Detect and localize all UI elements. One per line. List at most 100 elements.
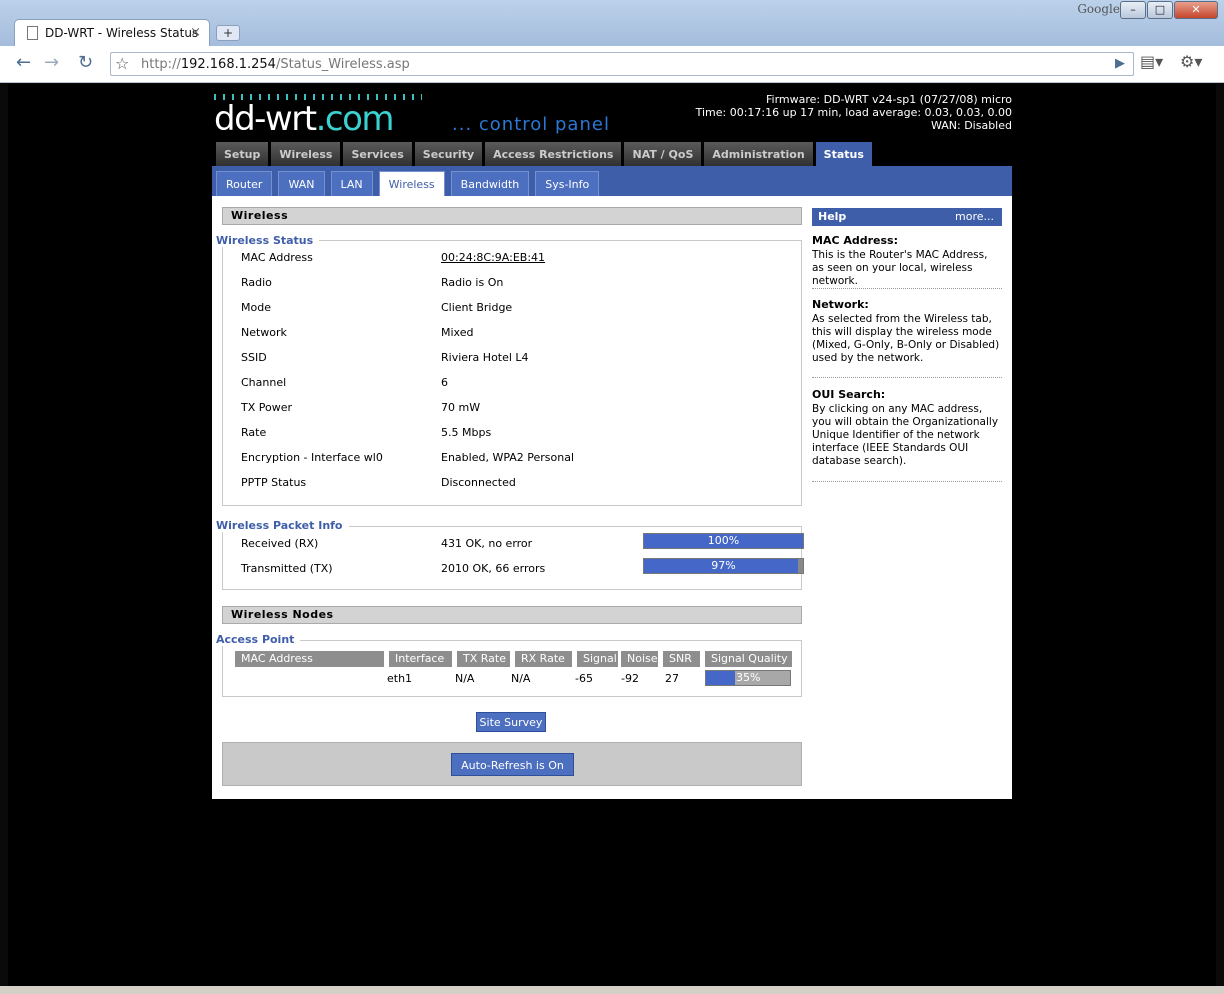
subtab-wan[interactable]: WAN	[278, 171, 325, 196]
wrench-icon[interactable]: ⚙▾	[1180, 52, 1202, 71]
sub-nav: Router WAN LAN Wireless Bandwidth Sys-In…	[216, 171, 600, 196]
tx-meter: 97%	[643, 558, 804, 574]
tab-status[interactable]: Status	[815, 142, 872, 169]
help-more-link[interactable]: more...	[955, 208, 994, 226]
tab-security[interactable]: Security	[414, 142, 483, 167]
bookmark-star-icon[interactable]: ☆	[115, 54, 129, 73]
tab-setup[interactable]: Setup	[216, 142, 269, 167]
rx-meter: 100%	[643, 533, 804, 549]
rate-value: 5.5 Mbps	[441, 426, 492, 439]
tab-nat-qos[interactable]: NAT / QoS	[624, 142, 702, 167]
taskbar	[0, 986, 1224, 994]
window-controls: – □ ✕	[1120, 1, 1218, 19]
tab-title: DD-WRT - Wireless Status	[45, 26, 199, 40]
go-arrow-icon[interactable]: ▶	[1115, 56, 1125, 71]
main-nav: Setup Wireless Services Security Access …	[216, 142, 872, 169]
logo-text: dd-wrt.com	[214, 99, 395, 139]
tab-access-restrictions[interactable]: Access Restrictions	[485, 142, 622, 167]
forward-arrow-icon[interactable]: →	[44, 52, 59, 73]
rate-label: Rate	[241, 426, 267, 439]
url-path: /Status_Wireless.asp	[275, 57, 410, 72]
page-viewport: dd-wrt.com ... control panel Firmware: D…	[8, 84, 1216, 986]
subtab-sys-info[interactable]: Sys-Info	[535, 171, 600, 196]
back-arrow-icon[interactable]: ←	[16, 52, 31, 73]
tx-label: Transmitted (TX)	[241, 562, 333, 575]
access-point-legend: Access Point	[216, 633, 301, 646]
radio-value: Radio is On	[441, 276, 504, 289]
url-prefix: http://	[141, 57, 181, 72]
logo-text-b: .com	[315, 99, 395, 139]
col-signal: Signal	[577, 651, 619, 667]
help-topic-desc: By clicking on any MAC address, you will…	[812, 403, 999, 467]
address-bar[interactable]: ☆ http://192.168.1.254/Status_Wireless.a…	[110, 52, 1134, 76]
help-topic-network: Network: As selected from the Wireless t…	[812, 298, 1002, 378]
help-header: Help more...	[812, 208, 1002, 226]
uptime-text: Time: 00:17:16 up 17 min, load average: …	[695, 106, 1012, 119]
packet-info-legend: Wireless Packet Info	[216, 519, 349, 532]
google-label: Google	[1077, 2, 1120, 16]
page-icon	[27, 26, 38, 40]
col-tx-rate: TX Rate	[457, 651, 511, 667]
network-label: Network	[241, 326, 287, 339]
site-survey-button[interactable]: Site Survey	[476, 712, 546, 732]
wan-status-text: WAN: Disabled	[930, 119, 1012, 132]
node-interface: eth1	[387, 672, 413, 685]
encryption-value: Enabled, WPA2 Personal	[441, 451, 575, 464]
mode-value: Client Bridge	[441, 301, 513, 314]
control-panel-label: ... control panel	[452, 114, 610, 135]
rx-meter-label: 100%	[707, 534, 740, 547]
ssid-value: Riviera Hotel L4	[441, 351, 529, 364]
page-menu-icon[interactable]: ▤▾	[1140, 52, 1163, 71]
reload-icon[interactable]: ↻	[78, 52, 93, 73]
close-window-button[interactable]: ✕	[1174, 1, 1218, 19]
encryption-label: Encryption - Interface wl0	[241, 451, 383, 464]
col-rx-rate: RX Rate	[515, 651, 573, 667]
wireless-heading: Wireless	[222, 207, 802, 225]
help-topic-title: MAC Address:	[812, 234, 899, 247]
node-tx-rate: N/A	[455, 672, 475, 685]
tab-close-icon[interactable]: ×	[190, 25, 201, 40]
access-point-fieldset: MAC Address Interface TX Rate RX Rate Si…	[222, 640, 802, 697]
radio-label: Radio	[241, 276, 272, 289]
wireless-nodes-heading: Wireless Nodes	[222, 606, 802, 624]
maximize-button[interactable]: □	[1147, 1, 1173, 19]
firmware-text: Firmware: DD-WRT v24-sp1 (07/27/08) micr…	[765, 93, 1012, 106]
col-signal-quality: Signal Quality	[705, 651, 793, 667]
subtab-bandwidth[interactable]: Bandwidth	[450, 171, 530, 196]
node-noise: -92	[621, 672, 639, 685]
help-topic-title: Network:	[812, 298, 869, 311]
nodes-table-header: MAC Address Interface TX Rate RX Rate Si…	[235, 651, 795, 667]
subtab-router[interactable]: Router	[216, 171, 273, 196]
tab-wireless[interactable]: Wireless	[271, 142, 341, 167]
help-title: Help	[818, 210, 847, 223]
footer-bar: Auto-Refresh is On	[222, 742, 802, 786]
subtab-wireless[interactable]: Wireless	[378, 171, 445, 196]
tab-administration[interactable]: Administration	[704, 142, 813, 167]
mac-address-value[interactable]: 00:24:8C:9A:EB:41	[441, 251, 545, 264]
wireless-status-fieldset: MAC Address 00:24:8C:9A:EB:41 Radio Radi…	[222, 240, 802, 506]
rx-label: Received (RX)	[241, 537, 319, 550]
help-topic-title: OUI Search:	[812, 388, 886, 401]
node-rx-rate: N/A	[511, 672, 531, 685]
url-host: 192.168.1.254	[180, 57, 276, 72]
channel-value: 6	[441, 376, 448, 389]
tx-meter-label: 97%	[711, 559, 736, 572]
help-topic-desc: This is the Router's MAC Address, as see…	[812, 249, 988, 287]
tab-services[interactable]: Services	[343, 142, 412, 167]
tx-value: 2010 OK, 66 errors	[441, 562, 546, 575]
subtab-lan[interactable]: LAN	[330, 171, 373, 196]
new-tab-button[interactable]: +	[216, 25, 240, 41]
packet-info-fieldset: Received (RX) 431 OK, no error 100% Tran…	[222, 526, 804, 590]
minimize-button[interactable]: –	[1120, 1, 1146, 19]
mac-address-label: MAC Address	[241, 251, 313, 264]
pptp-status-label: PPTP Status	[241, 476, 307, 489]
window-titlebar: Google – □ ✕ DD-WRT - Wireless Status × …	[0, 0, 1224, 46]
auto-refresh-button[interactable]: Auto-Refresh is On	[451, 753, 574, 776]
browser-toolbar: ← → ↻ ☆ http://192.168.1.254/Status_Wire…	[0, 46, 1224, 83]
browser-tab[interactable]: DD-WRT - Wireless Status ×	[14, 19, 210, 46]
tx-power-label: TX Power	[241, 401, 293, 414]
mode-label: Mode	[241, 301, 271, 314]
col-noise: Noise	[621, 651, 659, 667]
firmware-info: Firmware: DD-WRT v24-sp1 (07/27/08) micr…	[696, 93, 1012, 132]
url-text[interactable]: http://192.168.1.254/Status_Wireless.asp	[141, 57, 410, 72]
